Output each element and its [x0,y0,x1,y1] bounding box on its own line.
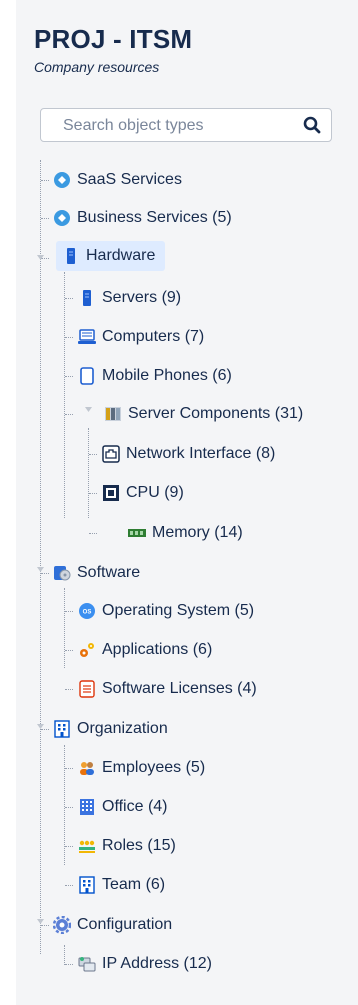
tree-item-configuration[interactable]: Configuration [53,910,172,940]
object-type-search [40,108,332,143]
business-services-icon [54,210,70,226]
tree-item-roles[interactable]: Roles (15) [78,831,176,861]
tree-item-label: Servers (9) [102,289,182,306]
tree-item-memory[interactable]: Memory (14) [128,518,243,548]
tree-item-label: Operating System (5) [102,602,255,619]
tree-connector [65,689,73,690]
tree-item-ip-address[interactable]: IP Address (12) [78,949,212,979]
tree-connector [65,414,73,415]
tree-connector [65,298,73,299]
server-icon [83,290,91,306]
tree-connector [89,454,97,455]
tree-item-label: SaaS Services [77,171,182,188]
tree-item-mobile-phones[interactable]: Mobile Phones (6) [78,361,232,391]
tree-connector [64,588,65,668]
server-components-icon [105,407,121,421]
tree-item-saas-services[interactable]: SaaS Services [53,165,182,195]
tree-item-label: Office (4) [102,798,168,815]
tree-item-servers[interactable]: Servers (9) [78,283,181,313]
search-icon[interactable] [303,116,321,134]
tree-connector [65,807,73,808]
tree-connector [64,945,65,965]
tree-item-network-interface[interactable]: Network Interface (8) [102,439,275,469]
tree-item-label: Employees (5) [102,759,206,776]
tree-item-label: Software [77,564,141,581]
tree-connector [65,650,73,651]
employees-icon [80,762,94,775]
tree-connector [41,218,49,219]
tree-item-label: Server Components (31) [128,405,304,422]
configuration-icon [53,916,71,934]
cpu-icon [103,485,119,501]
schema-header: PROJ - ITSM Company resources [34,24,192,75]
tree-connector [65,376,73,377]
tree-connector [65,768,73,769]
tree-item-business-services[interactable]: Business Services (5) [53,203,232,233]
tree-connector [65,885,73,886]
organization-icon [54,720,70,738]
tree-item-label: Organization [77,720,168,737]
ip-address-icon [78,957,96,972]
tree-connector [65,846,73,847]
tree-connector [64,272,65,518]
tree-item-label: Network Interface (8) [126,445,276,462]
tree-item-computers[interactable]: Computers (7) [78,322,204,352]
tree-item-server-components[interactable]: Server Components (31) [104,399,303,429]
tree-item-team[interactable]: Team (6) [78,870,165,900]
tree-connector [65,337,73,338]
tree-item-cpu[interactable]: CPU (9) [102,478,184,508]
collapse-arrow-icon[interactable] [36,253,45,262]
tree-item-label: Hardware [86,247,156,264]
tree-item-software-licenses[interactable]: Software Licenses (4) [78,674,257,704]
tree-item-organization[interactable]: Organization [53,714,168,744]
collapse-arrow-icon[interactable] [36,565,45,574]
mobile-phone-icon [80,367,94,385]
tree-item-office[interactable]: Office (4) [78,792,168,822]
tree-item-label: Applications (6) [102,641,213,658]
tree-item-label: Mobile Phones (6) [102,367,232,384]
collapse-arrow-icon[interactable] [36,722,45,731]
tree-item-label: Configuration [77,916,173,933]
collapse-arrow-icon[interactable] [84,405,93,414]
tree-item-label: CPU (9) [126,484,184,501]
roles-icon [79,840,95,853]
computer-icon [78,329,96,344]
network-interface-icon [102,445,120,463]
tree-connector [88,428,89,518]
tree-connector [65,964,73,965]
tree-item-employees[interactable]: Employees (5) [78,753,205,783]
hardware-icon [67,248,75,264]
tree-item-software[interactable]: Software [53,558,140,588]
memory-icon [128,529,146,537]
tree-item-label: Team (6) [102,876,166,893]
tree-item-applications[interactable]: Applications (6) [78,635,212,665]
tree-connector [89,493,97,494]
tree-connector [65,611,73,612]
schema-subtitle: Company resources [34,59,160,75]
object-type-panel: PROJ - ITSM Company resources Search obj… [16,0,358,1005]
tree-item-hardware[interactable]: Hardware [56,241,166,271]
office-icon [80,799,94,815]
tree-connector [64,745,65,865]
tree-item-label: IP Address (12) [102,955,212,972]
software-icon [54,566,71,581]
tree-connector [41,180,49,181]
applications-icon [80,643,94,657]
tree-item-label: Software Licenses (4) [102,680,257,697]
schema-title: PROJ - ITSM [34,24,193,54]
tree-connector [40,160,41,954]
search-input[interactable] [61,109,295,143]
tree-item-label: Business Services (5) [77,209,232,226]
collapse-arrow-icon[interactable] [36,917,45,926]
tree-item-operating-system[interactable]: OS Operating System (5) [78,596,254,626]
tree-connector [89,533,97,534]
software-licenses-icon [79,680,95,698]
tree-item-label: Memory (14) [152,524,243,541]
operating-system-icon: OS [79,603,95,619]
tree-item-label: Roles (15) [102,837,176,854]
saas-services-icon [54,172,70,188]
team-icon [79,876,95,894]
tree-item-label: Computers (7) [102,328,205,345]
svg-text:OS: OS [83,610,92,616]
